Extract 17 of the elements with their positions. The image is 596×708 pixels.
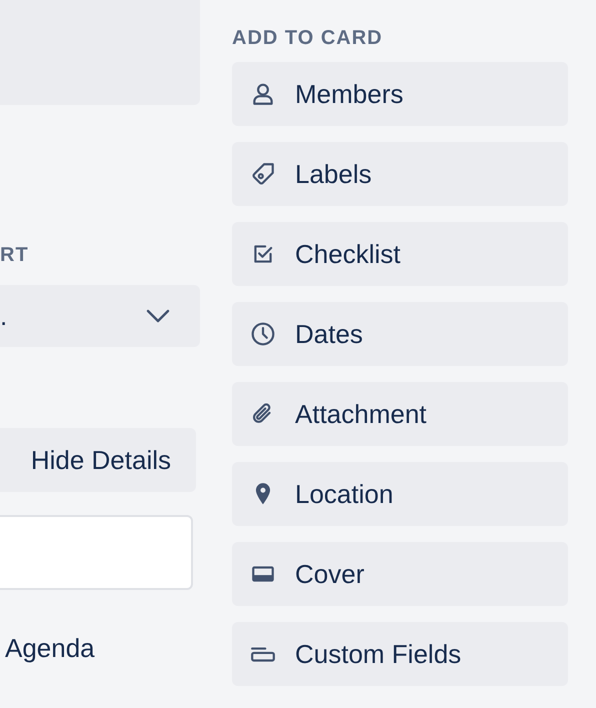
section-heading: RT [0,243,30,267]
add-to-card-button[interactable]: Location [232,462,568,526]
chevron-down-icon [146,309,170,323]
add-to-card-button[interactable]: Dates [232,302,568,366]
select-dropdown[interactable]: . [0,285,200,347]
agenda-label: Agenda [5,632,96,664]
add-to-card-button[interactable]: Attachment [232,382,568,446]
add-to-card-button[interactable]: Checklist [232,222,568,286]
add-to-card-button[interactable]: Custom Fields [232,622,568,686]
hide-details-button[interactable]: Hide Details [0,428,196,492]
add-to-card-button[interactable]: Cover [232,542,568,606]
section-heading: ADD TO CARD [232,26,384,50]
clock-icon [250,321,276,347]
add-to-card-button[interactable]: Labels [232,142,568,206]
input-field[interactable] [0,515,193,590]
add-to-card-button[interactable]: Members [232,62,568,126]
tag-icon [250,161,276,187]
